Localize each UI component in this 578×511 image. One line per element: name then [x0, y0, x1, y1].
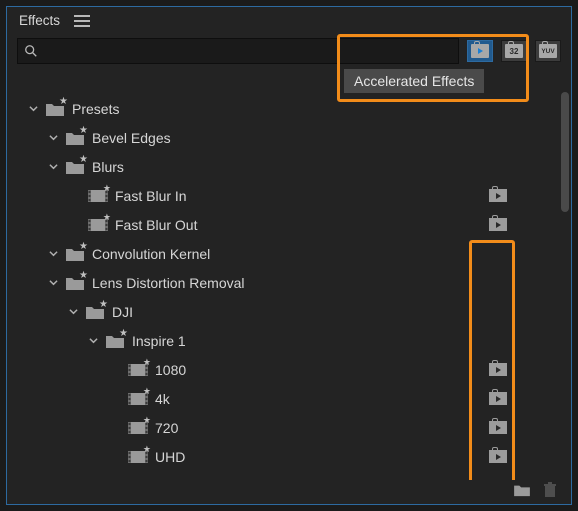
search-row: 32 YUV Accelerated Effects — [7, 38, 571, 68]
tree-item-label: Bevel Edges — [92, 130, 555, 146]
disclosure-triangle-icon[interactable] — [48, 249, 58, 259]
effects-tree[interactable]: ★Presets★Bevel Edges★Blurs★Fast Blur In★… — [7, 90, 571, 475]
tree-item-label: Fast Blur Out — [115, 217, 480, 233]
yuv-icon: YUV — [539, 44, 557, 58]
search-icon — [24, 44, 38, 58]
preset-icon: ★ — [128, 362, 148, 377]
accelerated-badge-icon — [487, 188, 509, 204]
tree-preset-row[interactable]: ★ 4k — [7, 384, 571, 413]
preset-icon: ★ — [128, 420, 148, 435]
tree-folder-row[interactable]: ★ Lens Distortion Removal — [7, 268, 571, 297]
preset-icon: ★ — [88, 188, 108, 203]
tree-item-label: 4k — [155, 391, 480, 407]
filter-32bit-button[interactable]: 32 — [501, 40, 527, 62]
disclosure-triangle-icon[interactable] — [28, 104, 38, 114]
tree-container: ★Presets★Bevel Edges★Blurs★Fast Blur In★… — [7, 68, 571, 480]
disclosure-triangle-icon[interactable] — [48, 162, 58, 172]
folder-icon: ★ — [65, 160, 85, 174]
tree-folder-row[interactable]: ★ Convolution Kernel — [7, 239, 571, 268]
effects-panel: Effects 32 YUV Accelerated Effects — [6, 6, 572, 505]
tree-folder-row[interactable]: ★ DJI — [7, 297, 571, 326]
accelerated-badge-icon — [487, 362, 509, 378]
tree-folder-row[interactable]: ★ Presets — [7, 94, 571, 123]
folder-icon: ★ — [65, 131, 85, 145]
folder-icon: ★ — [45, 102, 65, 116]
tree-item-label: Fast Blur In — [115, 188, 480, 204]
panel-titlebar: Effects — [7, 7, 571, 38]
tree-item-label: Convolution Kernel — [92, 246, 555, 262]
search-input[interactable] — [17, 38, 459, 64]
filter-accelerated-button[interactable] — [467, 40, 493, 62]
filter-buttons: 32 YUV — [467, 38, 561, 64]
tree-item-label: UHD — [155, 449, 480, 465]
disclosure-triangle-icon[interactable] — [48, 133, 58, 143]
tree-item-label: Lens Distortion Removal — [92, 275, 555, 291]
tree-preset-row[interactable]: ★ Fast Blur In — [7, 181, 571, 210]
tree-item-label: DJI — [112, 304, 555, 320]
panel-menu-icon[interactable] — [74, 15, 90, 27]
disclosure-triangle-icon[interactable] — [48, 278, 58, 288]
preset-icon: ★ — [128, 449, 148, 464]
folder-icon: ★ — [85, 305, 105, 319]
tree-item-label: 1080 — [155, 362, 480, 378]
preset-icon: ★ — [128, 391, 148, 406]
tree-preset-row[interactable]: ★ 720 — [7, 413, 571, 442]
tree-preset-row[interactable]: ★ Fast Blur Out — [7, 210, 571, 239]
folder-icon: ★ — [105, 334, 125, 348]
tree-preset-row[interactable]: ★ 1080 — [7, 355, 571, 384]
panel-footer — [7, 480, 571, 504]
tree-item-label: Blurs — [92, 159, 555, 175]
accelerated-icon — [471, 44, 489, 58]
tree-folder-row[interactable]: ★ Blurs — [7, 152, 571, 181]
tree-item-label: 720 — [155, 420, 480, 436]
preset-icon: ★ — [88, 217, 108, 232]
32bit-icon: 32 — [505, 44, 523, 58]
tree-item-label: Inspire 1 — [132, 333, 555, 349]
tree-folder-row[interactable]: ★ Bevel Edges — [7, 123, 571, 152]
filter-yuv-button[interactable]: YUV — [535, 40, 561, 62]
folder-icon: ★ — [65, 247, 85, 261]
accelerated-badge-icon — [487, 420, 509, 436]
tree-item-label: Presets — [72, 101, 555, 117]
scrollbar[interactable] — [561, 92, 569, 452]
disclosure-triangle-icon[interactable] — [68, 307, 78, 317]
tree-folder-row[interactable]: ★ Inspire 1 — [7, 326, 571, 355]
accelerated-badge-icon — [487, 391, 509, 407]
folder-icon: ★ — [65, 276, 85, 290]
disclosure-triangle-icon[interactable] — [88, 336, 98, 346]
accelerated-badge-icon — [487, 217, 509, 233]
tree-preset-row[interactable]: ★ UHD — [7, 442, 571, 471]
scrollbar-thumb[interactable] — [561, 92, 569, 212]
accelerated-badge-icon — [487, 449, 509, 465]
new-folder-button[interactable] — [513, 483, 531, 500]
delete-button[interactable] — [543, 482, 557, 501]
panel-title: Effects — [19, 13, 60, 28]
